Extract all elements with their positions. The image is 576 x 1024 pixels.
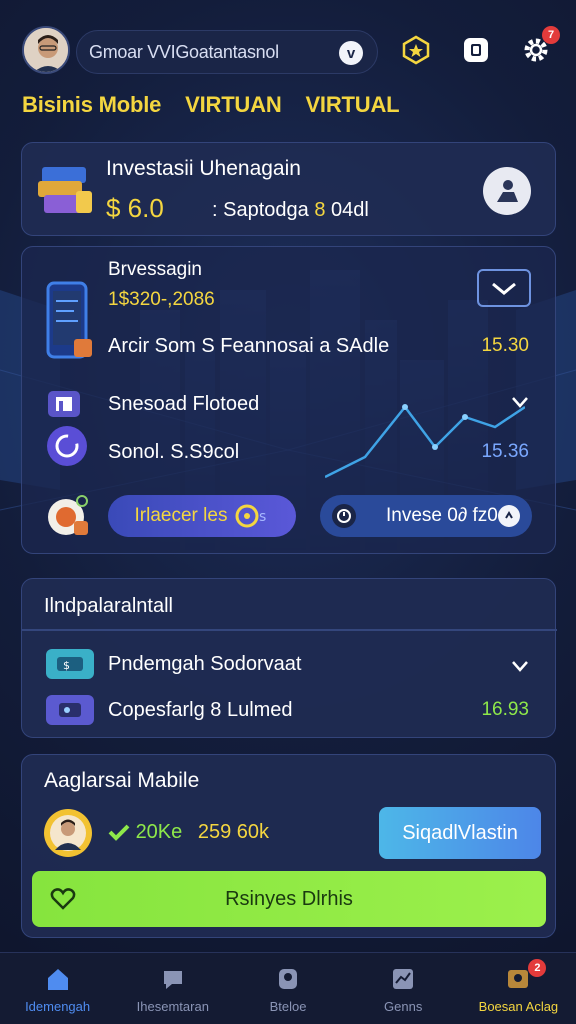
building-icon [48, 391, 80, 417]
chat-icon [159, 965, 187, 993]
search-text: Gmoar VVIGoatantasnol [89, 41, 279, 62]
promo-avatar [44, 809, 92, 857]
check-icon [108, 824, 130, 841]
profile-icon [274, 965, 302, 993]
right-action-button[interactable]: Invese 0∂ fz0 [320, 495, 532, 537]
investment-summary-card[interactable]: Investasii Uhenagain $ 6.0 : Saptodga 8 … [21, 142, 556, 236]
search-action-button[interactable]: v [339, 41, 363, 65]
nav-item-home[interactable]: Idemengah [0, 953, 115, 1024]
search-bar[interactable]: Gmoar VVIGoatantasnol v [76, 30, 378, 74]
subtitle-part-3: VIRTUAL [305, 92, 400, 117]
notification-badge: 7 [542, 26, 560, 44]
promo-stat-2: 259 [197, 821, 232, 843]
portfolio-card: Brvessagin 1$320-,2086 Arcir Som S Feann… [21, 246, 556, 554]
home-icon [44, 965, 72, 993]
subtitle-part-1: Bisinis Moble [22, 92, 162, 117]
chevron-check-icon [492, 282, 516, 295]
top-bar: Gmoar VVIGoatantasnol v 7 [0, 0, 576, 90]
primary-cta-label: Rsinyes Dlrhis [225, 887, 353, 910]
refresh-circle-icon [47, 426, 87, 466]
svg-text:s: s [259, 509, 266, 525]
left-action-button[interactable]: Irlaecer les s [108, 495, 296, 537]
portfolio-row-2-label: Snesoad Flotoed [108, 393, 260, 415]
account-button[interactable] [483, 167, 531, 215]
portfolio-row-1-value: 15.30 [481, 335, 529, 356]
phone-app-icon [46, 281, 92, 359]
trend-line-chart-icon [325, 404, 525, 479]
nav-item-profile[interactable]: Bteloe [230, 953, 345, 1024]
settings-gear-icon[interactable]: 7 [520, 26, 560, 66]
investment-detail-highlight: 8 [314, 199, 326, 221]
promo-stat-3: 60k [236, 821, 270, 843]
nav-label-home: Idemengah [25, 999, 91, 1014]
profile-avatar[interactable] [22, 26, 70, 74]
mascot-icon [48, 495, 88, 535]
user-portrait-icon [24, 28, 68, 72]
chart-icon [389, 965, 417, 993]
nav-item-charts[interactable]: Genns [346, 953, 461, 1024]
investment-title: Investasii Uhenagain [106, 157, 301, 180]
nav-item-messages[interactable]: Ihesemtaran [115, 953, 230, 1024]
investment-amount: $ 6.0 [106, 193, 164, 223]
star-badge-icon[interactable] [400, 34, 432, 66]
money-stack-icon [38, 167, 92, 213]
bottom-navigation: Idemengah Ihesemtaran Bteloe Genns 2 Boe… [0, 952, 576, 1024]
list-row-1-label: Pndemgah Sodorvaat [108, 653, 302, 675]
account-badge: 2 [528, 959, 547, 977]
list-card-title: Ilndpalaralntall [44, 595, 173, 617]
clock-icon [332, 504, 356, 528]
investment-detail-tail: 04dl [331, 199, 369, 221]
coin-icon: s [235, 504, 267, 528]
arrow-circle-icon [498, 505, 520, 527]
svg-text:$: $ [63, 659, 70, 672]
page-subtitle: Bisinis Moble VIRTUAN VIRTUAL [22, 92, 417, 118]
person-icon [497, 180, 518, 202]
nav-item-account[interactable]: 2 Boesan Aclag [461, 953, 576, 1024]
list-divider [22, 629, 557, 631]
portfolio-title: Brvessagin [108, 259, 202, 280]
list-card: Ilndpalaralntall $ Pndemgah Sodorvaat Co… [21, 578, 557, 738]
nav-label-messages: Ihesemtaran [136, 999, 209, 1014]
left-action-label: Irlaecer les [134, 505, 228, 526]
wallet-icon[interactable] [460, 34, 492, 66]
nav-label-charts: Genns [384, 999, 423, 1014]
chevron-down-icon[interactable] [511, 395, 529, 409]
investment-detail-text: : Saptodga [212, 199, 309, 221]
nav-label-account: Boesan Aclag [478, 999, 559, 1014]
subtitle-part-2: VIRTUAN [185, 92, 282, 117]
promo-stats: 20Ke 259 60k [108, 821, 269, 844]
promo-card: Aaglarsai Mabile 20Ke 259 60k SiqadlVlas… [21, 754, 556, 938]
primary-cta-button[interactable]: Rsinyes Dlrhis [32, 871, 546, 927]
chevron-down-icon[interactable] [511, 659, 529, 673]
heart-icon [50, 888, 76, 910]
user-portrait-icon [50, 815, 86, 851]
investment-amount-detail: : Saptodga 8 04dl [212, 199, 369, 222]
portfolio-row-3-value: 15.36 [481, 441, 529, 462]
right-action-label: Invese 0∂ fz0 [386, 505, 498, 526]
nav-label-profile: Bteloe [269, 999, 307, 1014]
ticket-icon: $ [46, 649, 94, 679]
expand-toggle-button[interactable] [477, 269, 531, 307]
promo-side-button[interactable]: SiqadlVlastin [379, 807, 541, 859]
list-row-2-label: Copesfarlg 8 Lulmed [108, 699, 293, 721]
portfolio-row-1-label: Arcir Som S Feannosai a SAdle [108, 335, 390, 357]
wallet-card-icon [46, 695, 94, 725]
portfolio-row-3-label: Sonol. S.S9col [108, 441, 240, 463]
promo-stat-1: 20Ke [135, 821, 183, 843]
promo-title: Aaglarsai Mabile [44, 769, 200, 792]
list-row-2-value: 16.93 [481, 699, 529, 720]
account-icon: 2 [504, 959, 547, 993]
portfolio-number: 1$320-,2086 [108, 289, 215, 310]
